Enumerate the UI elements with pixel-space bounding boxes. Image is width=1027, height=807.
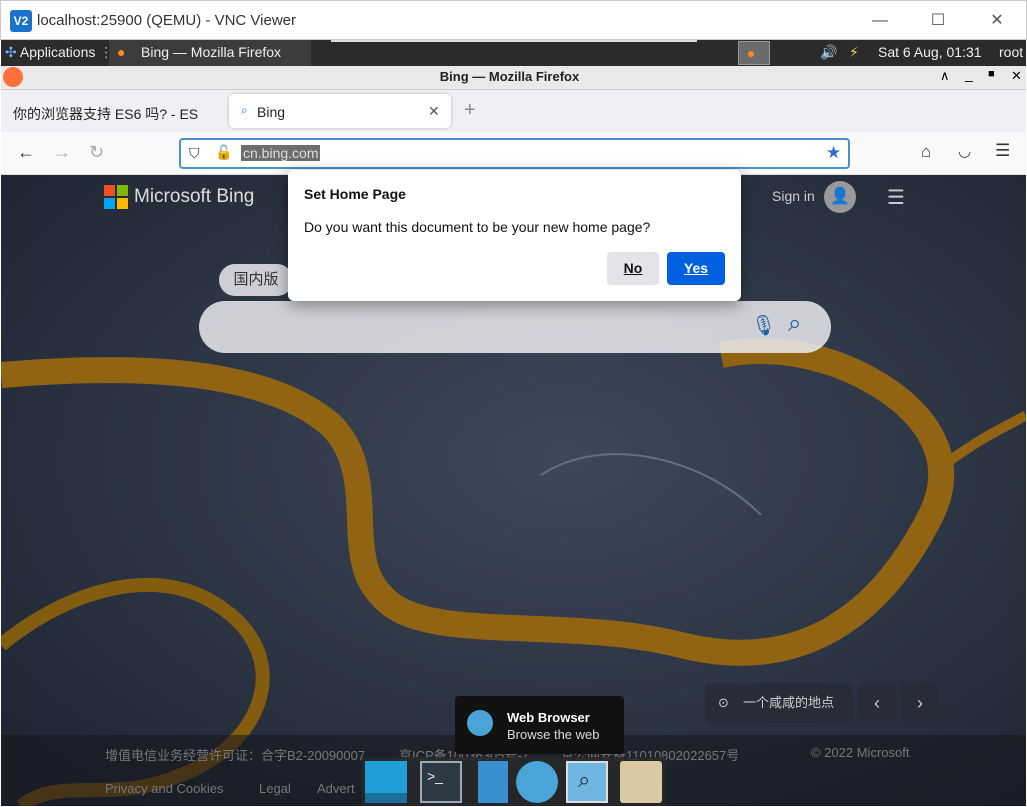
clock[interactable]: Sat 6 Aug, 01:31 [878, 44, 982, 60]
location-label: 一个咸咸的地点 [743, 695, 835, 710]
show-desktop-icon[interactable] [365, 761, 407, 803]
vnc-logo-icon: V2 [10, 10, 32, 32]
footer-privacy-link[interactable]: Privacy and Cookies [105, 781, 224, 796]
web-browser-icon[interactable] [516, 761, 558, 803]
new-tab-button[interactable]: + [464, 99, 476, 122]
set-home-page-dialog: Set Home Page Do you want this document … [288, 170, 741, 301]
tooltip-subtitle: Browse the web [507, 727, 600, 742]
window-title: localhost:25900 (QEMU) - VNC Viewer [37, 12, 296, 29]
url-text[interactable]: cn.bing.com [241, 145, 321, 161]
terminal-icon[interactable]: >_ [420, 761, 462, 803]
nav-bar: ← → ↻ ⛉ 🔓 cn.bing.com ★ ⌂ ◡ ☰ [1, 132, 1026, 175]
shield-icon[interactable]: ⛉ [189, 145, 200, 162]
volume-icon[interactable]: 🔊 [820, 44, 837, 61]
footer-advertise-link[interactable]: Advert [317, 781, 355, 796]
footer-legal-link[interactable]: Legal [259, 781, 291, 796]
tray-firefox-icon[interactable]: ● [738, 41, 770, 65]
ff-collapse-icon[interactable]: ∧ [940, 68, 950, 84]
bing-search-favicon-icon: ⌕ [241, 103, 248, 117]
tab-bing[interactable]: ⌕ Bing ✕ [229, 94, 451, 128]
search-icon[interactable]: ⌕ [788, 310, 801, 338]
minimize-button[interactable]: — [860, 9, 900, 33]
dock-tooltip: Web Browser Browse the web [455, 696, 624, 754]
forward-icon[interactable]: → [53, 142, 71, 163]
bookmark-star-icon[interactable]: ★ [826, 143, 841, 163]
user-label[interactable]: root [999, 44, 1023, 60]
taskbar-item-firefox[interactable]: ● Bing — Mozilla Firefox [109, 40, 311, 66]
menu-icon[interactable]: ☰ [995, 141, 1010, 161]
sign-in-link[interactable]: Sign in [772, 188, 815, 204]
tab-label: Bing [257, 104, 286, 120]
applications-icon: ✣ [5, 44, 17, 60]
bing-logo-text[interactable]: Microsoft Bing [134, 186, 254, 208]
image-location-button[interactable]: ⊙ 一个咸咸的地点 [705, 683, 853, 723]
reload-icon[interactable]: ↻ [89, 142, 104, 163]
previous-image-button[interactable]: ‹ [858, 683, 896, 723]
maximize-button[interactable]: ☐ [918, 9, 958, 33]
vnc-titlebar: V2 localhost:25900 (QEMU) - VNC Viewer —… [0, 0, 1027, 40]
footer-copyright: © 2022 Microsoft [811, 745, 910, 760]
microphone-icon[interactable]: 🎙 [751, 313, 776, 338]
panel-strip [331, 40, 697, 42]
ff-maximize-icon[interactable]: ■ [988, 68, 995, 80]
hamburger-menu-icon[interactable]: ☰ [887, 185, 905, 210]
firefox-titlebar: Bing — Mozilla Firefox ∧ _ ■ ✕ [1, 66, 1026, 90]
yes-button[interactable]: Yes [667, 252, 725, 285]
location-pin-icon: ⊙ [718, 695, 729, 710]
firefox-title: Bing — Mozilla Firefox [439, 69, 580, 84]
search-input[interactable]: 🎙 ⌕ [199, 301, 831, 353]
next-image-button[interactable]: › [901, 683, 939, 723]
applications-label: Applications [19, 44, 96, 60]
ff-minimize-icon[interactable]: _ [965, 66, 973, 82]
back-icon[interactable]: ← [17, 142, 35, 163]
tab-es6[interactable]: 你的浏览器支持 ES6 吗? - ES [1, 94, 225, 128]
tab-close-icon[interactable]: ✕ [428, 103, 440, 120]
applications-menu[interactable]: ✣ Applications ⋮ [5, 44, 113, 61]
pocket-icon[interactable]: ◡ [958, 142, 971, 160]
tab-label: 你的浏览器支持 ES6 吗? - ES [13, 106, 199, 122]
network-icon[interactable]: ⚡ [849, 44, 859, 61]
file-manager-icon[interactable] [478, 761, 508, 803]
microsoft-logo-icon [104, 185, 128, 209]
dialog-message: Do you want this document to be your new… [304, 219, 651, 235]
url-bar[interactable]: ⛉ 🔓 cn.bing.com ★ [179, 138, 850, 169]
avatar-icon[interactable]: 👤 [824, 181, 856, 213]
home-icon[interactable]: ⌂ [921, 142, 931, 162]
tooltip-title: Web Browser [507, 710, 590, 725]
close-button[interactable]: ✕ [977, 9, 1017, 33]
app-finder-icon[interactable]: ⌕ [566, 761, 608, 803]
no-button[interactable]: No [607, 252, 659, 285]
tab-strip: 你的浏览器支持 ES6 吗? - ES ⌕ Bing ✕ + [1, 90, 1026, 132]
taskbar-item-label: Bing — Mozilla Firefox [141, 44, 282, 60]
insecure-lock-icon[interactable]: 🔓 [215, 144, 232, 161]
region-toggle[interactable]: 国内版 [219, 264, 293, 296]
ff-close-icon[interactable]: ✕ [1011, 68, 1022, 84]
top-panel: ✣ Applications ⋮ ● Bing — Mozilla Firefo… [1, 40, 1026, 66]
footer-license[interactable]: 增值电信业务经营许可证：合字B2-20090007 [105, 745, 365, 764]
dialog-title: Set Home Page [304, 186, 406, 202]
web-browser-tooltip-icon [467, 710, 493, 736]
folder-icon[interactable] [620, 761, 662, 803]
firefox-icon: ● [117, 44, 126, 60]
dock: >_ ⌕ [362, 757, 666, 806]
